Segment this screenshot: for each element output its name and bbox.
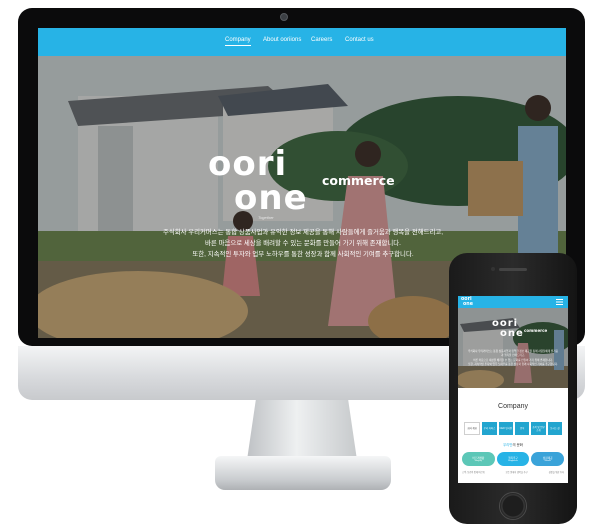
logo-tagline: Together [258, 215, 274, 220]
mobile-section-title: Company [498, 403, 528, 410]
nav-about[interactable]: About ooriions [263, 37, 301, 43]
imac-stand-neck [247, 400, 357, 460]
value-pill-sub: Happiness [508, 460, 518, 462]
tab-ceo-greeting[interactable]: CEO 인사말 [498, 422, 513, 435]
culture-heading-rest: 의 문화 [512, 443, 523, 447]
tab-oori-commerce[interactable]: 우리 커머스 [482, 422, 497, 435]
culture-heading-highlight: 우리만 [503, 443, 513, 447]
mobile-hero-text: 주식회사 우리커머스는 통합 상품사업과 유익한 정보 제공을 통해 사람들에게… [468, 350, 558, 368]
tab-organization[interactable]: 조직 및 업무소개 [531, 422, 546, 435]
logo-one: one [234, 178, 308, 218]
imac-stand-foot [215, 456, 391, 490]
tab-overview[interactable]: 회사 개요 [464, 422, 481, 435]
culture-values: 바르게생활 Integrity 행복추구 Happiness 성장제공 Grow… [462, 452, 565, 466]
mobile-logo-one: one [463, 302, 473, 307]
home-button[interactable] [499, 492, 527, 520]
mobile-hero-line-1: 주식회사 우리커머스는 통합 상품사업과 유익한 정보 제공을 통해 사람들에게… [468, 350, 559, 358]
mobile-header: oori one [458, 296, 568, 308]
value-pill-integrity: 바르게생활 Integrity [462, 452, 495, 466]
value-pill-sub: Integrity [474, 460, 482, 462]
mobile-tab-bar: 회사 개요 우리 커머스 CEO 인사말 연혁 조직 및 업무소개 오시는 길 [464, 422, 562, 435]
front-camera-icon [491, 267, 495, 271]
value-pill-growth: 성장제공 Growth [531, 452, 565, 466]
hero-line-2: 바른 마음으로 세상을 배려할 수 있는 문화를 만들어 가기 위해 존재합니다… [205, 240, 401, 247]
top-navigation: Company About ooriions Careers Contact u… [38, 28, 566, 56]
culture-note: 고객, 동료와 함께 바르게 [462, 472, 485, 474]
value-pill-sub: Growth [544, 460, 551, 462]
earpiece [499, 268, 527, 271]
nav-careers[interactable]: Careers [311, 37, 332, 43]
camera-icon [280, 13, 288, 21]
culture-heading: 우리만의 문화 [458, 442, 568, 447]
mobile-hero-logo-one: one [500, 328, 524, 339]
hero-line-3: 또한, 지속적인 투자와 업무 노하우를 통한 성장과 함께 사회적인 기여를 … [192, 251, 414, 258]
culture-notes: 고객, 동료와 함께 바르게 모든 일에서 행복을 추구 성장을 위한 투자 [462, 470, 564, 474]
culture-note: 모든 일에서 행복을 추구 [505, 472, 528, 474]
mobile-hero-line-3: 또한, 지속적인 투자와 업무 노하우를 통한 성장과 함께 사회적인 기여를 … [468, 363, 558, 367]
mobile-hero-logo-commerce: commerce [524, 328, 548, 333]
mobile-hero: oori one commerce 주식회사 우리커머스는 통합 상품사업과 유… [458, 308, 568, 388]
culture-note: 성장을 위한 투자 [548, 472, 564, 474]
hero-line-1: 주식회사 우리커머스는 통합 상품사업과 유익한 정보 제공을 통해 사람들에게… [163, 229, 443, 236]
hamburger-menu-icon[interactable] [556, 299, 563, 305]
nav-company[interactable]: Company [225, 37, 251, 46]
tab-history[interactable]: 연혁 [514, 422, 530, 435]
tab-location[interactable]: 오시는 길 [547, 422, 562, 435]
mobile-website-screen: oori one oori one commerce 주식회사 우리커머스는 통… [458, 296, 568, 483]
logo-commerce: commerce [322, 173, 395, 188]
value-pill-happiness: 행복추구 Happiness [496, 452, 530, 466]
nav-contact[interactable]: Contact us [345, 37, 374, 43]
